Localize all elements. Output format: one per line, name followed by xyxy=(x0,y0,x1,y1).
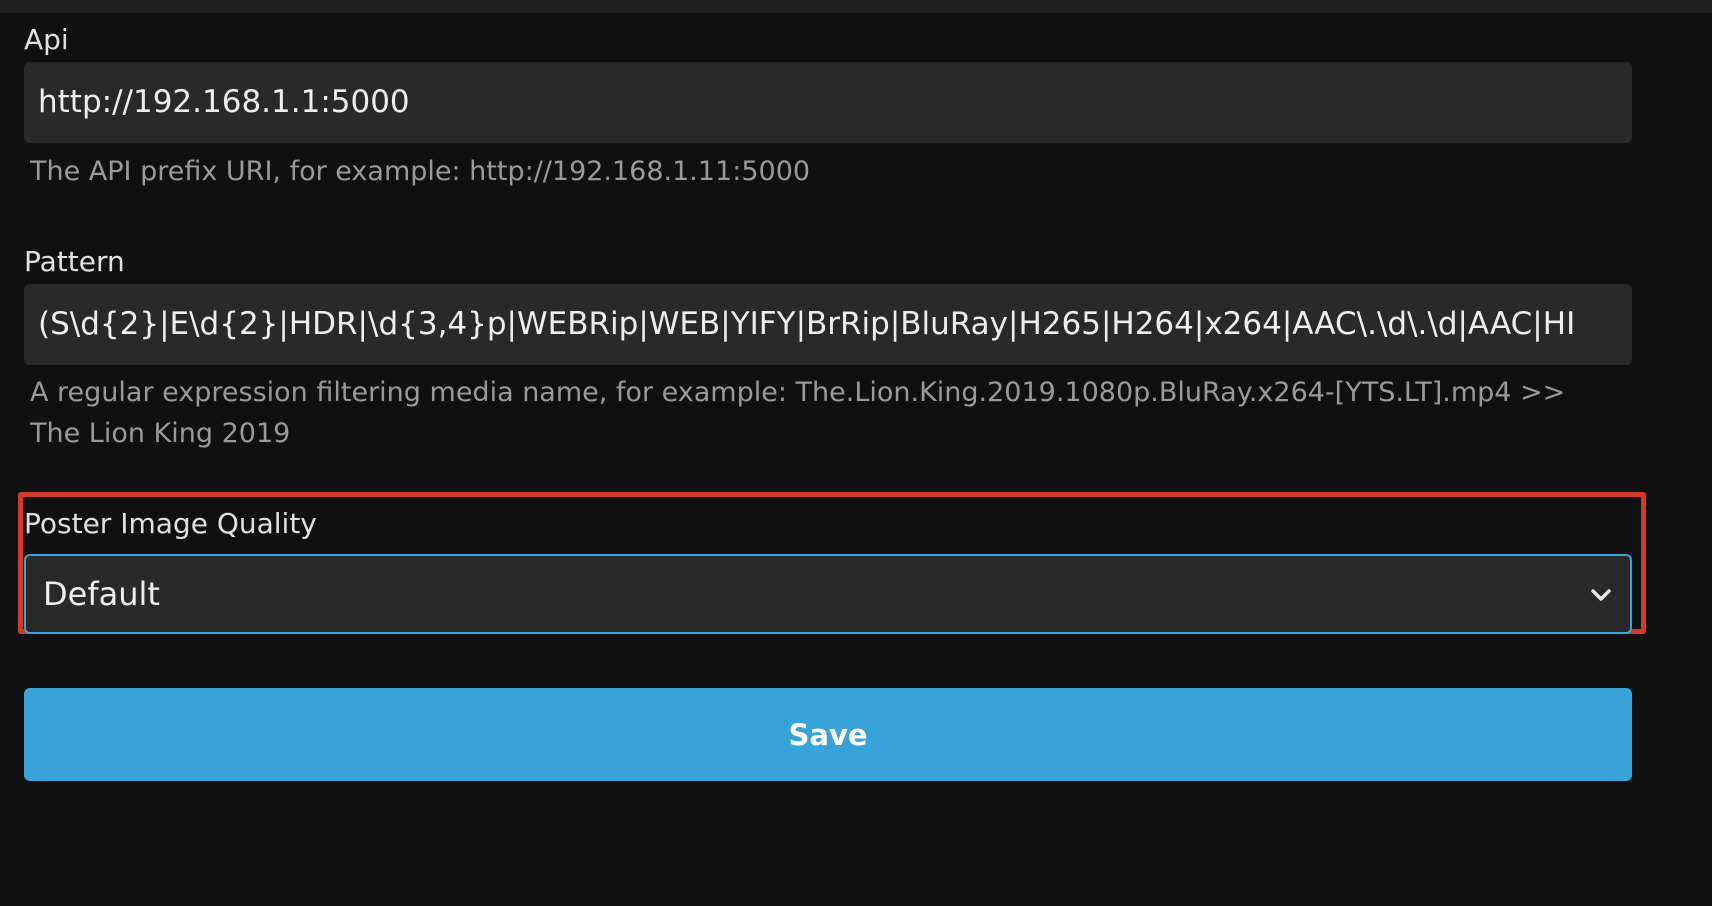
api-help-text: The API prefix URI, for example: http://… xyxy=(30,156,811,187)
pattern-help-text: A regular expression filtering media nam… xyxy=(30,372,1620,454)
pattern-label: Pattern xyxy=(24,245,125,278)
pattern-input[interactable]: (S\d{2}|E\d{2}|HDR|\d{3,4}p|WEBRip|WEB|Y… xyxy=(24,284,1632,365)
chevron-down-icon xyxy=(1591,589,1611,601)
pattern-help-line-2: The Lion King 2019 xyxy=(30,418,291,449)
save-button[interactable]: Save xyxy=(24,688,1632,781)
poster-quality-select[interactable]: Default xyxy=(24,554,1632,634)
api-input[interactable]: http://192.168.1.1:5000 xyxy=(24,62,1632,143)
top-bar xyxy=(0,0,1712,13)
poster-quality-selected-value: Default xyxy=(43,575,160,613)
pattern-help-line-1: A regular expression filtering media nam… xyxy=(30,377,1566,408)
poster-quality-label: Poster Image Quality xyxy=(24,507,317,540)
api-label: Api xyxy=(24,23,69,56)
